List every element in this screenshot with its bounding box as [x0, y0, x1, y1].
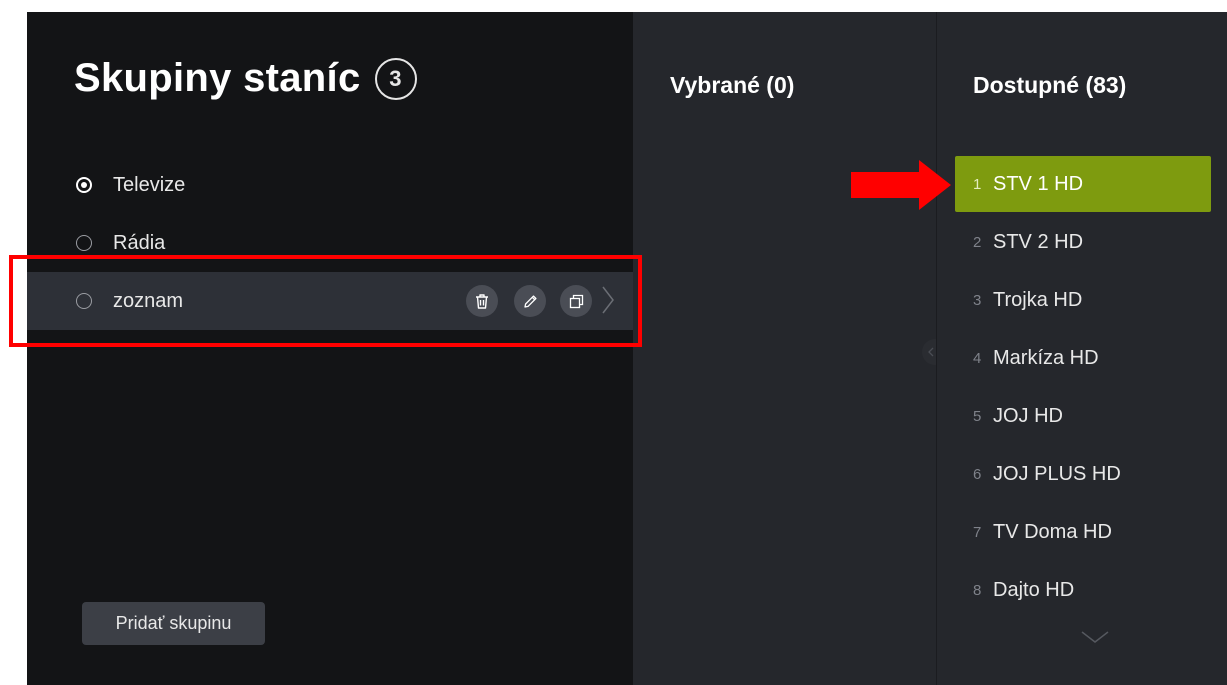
delete-button[interactable] [466, 285, 498, 317]
channel-name: TV Doma HD [993, 520, 1112, 543]
channel-groups-screen: Skupiny staníc 3 Televize Rádia zoznam P… [27, 12, 1227, 685]
channel-number: 3 [973, 291, 982, 309]
copy-icon [569, 294, 583, 308]
channel-item[interactable]: 1 STV 1 HD [955, 156, 1211, 212]
selected-header: Vybrané (0) [670, 72, 795, 98]
channel-number: 1 [973, 175, 982, 193]
edit-button[interactable] [514, 285, 546, 317]
channel-item[interactable]: 3 Trojka HD [955, 272, 1211, 328]
channel-name: STV 2 HD [993, 230, 1084, 253]
trash-icon [476, 293, 488, 309]
channel-name: Markíza HD [993, 346, 1099, 369]
channel-item[interactable]: 4 Markíza HD [955, 330, 1211, 386]
red-arrow-annotation [851, 160, 951, 210]
channel-item[interactable]: 8 Dajto HD [955, 562, 1211, 618]
channel-item[interactable]: 7 TV Doma HD [955, 504, 1211, 560]
group-label: Televize [113, 173, 186, 196]
chevron-right-icon[interactable] [601, 285, 615, 315]
channel-name: STV 1 HD [993, 172, 1084, 195]
channel-number: 5 [973, 407, 982, 425]
group-count-badge: 3 [374, 57, 417, 100]
channel-name: JOJ HD [993, 404, 1063, 427]
group-label: Rádia [113, 231, 166, 254]
channel-number: 8 [973, 581, 982, 599]
channel-item[interactable]: 6 JOJ PLUS HD [955, 446, 1211, 502]
group-item-radia[interactable]: Rádia [27, 214, 633, 272]
channel-number: 2 [973, 233, 982, 251]
pencil-icon [523, 294, 537, 308]
radio-icon[interactable] [76, 235, 92, 251]
selected-channels-panel: Vybrané (0) [633, 12, 936, 685]
channel-item[interactable]: 2 STV 2 HD [955, 214, 1211, 270]
channel-name: Dajto HD [993, 578, 1075, 601]
page-title: Skupiny staníc [74, 56, 361, 100]
channel-name: JOJ PLUS HD [993, 462, 1121, 485]
add-group-button[interactable]: Pridať skupinu [82, 602, 265, 645]
channel-number: 6 [973, 465, 982, 483]
chevron-down-icon[interactable] [1080, 630, 1110, 644]
channel-number: 4 [973, 349, 982, 367]
available-header: Dostupné (83) [973, 72, 1127, 98]
available-channels-panel: Dostupné (83) 1 STV 1 HD 2 STV 2 HD 3 Tr… [936, 12, 1227, 685]
groups-panel: Skupiny staníc 3 Televize Rádia zoznam P… [27, 12, 633, 685]
page-title-area: Skupiny staníc 3 [74, 56, 417, 101]
group-label: zoznam [113, 289, 184, 312]
channel-name: Trojka HD [993, 288, 1083, 311]
group-item-televize[interactable]: Televize [27, 156, 633, 214]
channel-item[interactable]: 5 JOJ HD [955, 388, 1211, 444]
group-item-zoznam[interactable]: zoznam [27, 272, 633, 330]
duplicate-button[interactable] [560, 285, 592, 317]
channel-number: 7 [973, 523, 982, 541]
radio-icon[interactable] [76, 293, 92, 309]
radio-selected-icon[interactable] [76, 177, 92, 193]
